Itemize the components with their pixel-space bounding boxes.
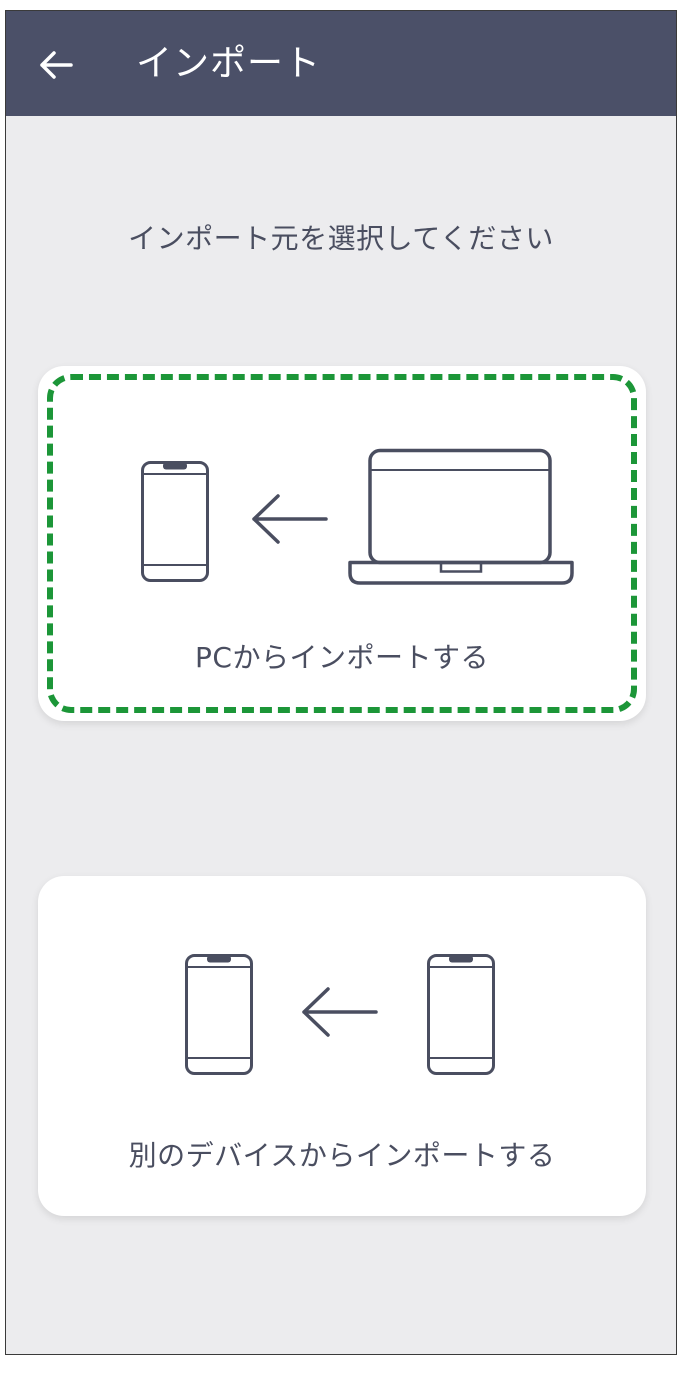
arrow-left-icon bbox=[302, 987, 378, 1037]
smartphone-icon bbox=[141, 461, 209, 582]
import-screen: インポート インポート元を選択してください PCからインポートする 別のデバイス… bbox=[5, 10, 677, 1355]
back-button[interactable] bbox=[28, 37, 84, 93]
smartphone-icon bbox=[185, 954, 253, 1075]
arrow-left-icon bbox=[40, 51, 73, 79]
smartphone-icon bbox=[427, 954, 495, 1075]
import-from-device-label: 別のデバイスからインポートする bbox=[128, 1139, 556, 1172]
laptop-icon bbox=[348, 448, 574, 585]
import-from-pc-button[interactable]: PCからインポートする bbox=[38, 366, 646, 721]
import-from-device-button[interactable]: 別のデバイスからインポートする bbox=[38, 876, 646, 1216]
import-from-pc-label: PCからインポートする bbox=[195, 641, 489, 674]
app-bar: インポート bbox=[6, 11, 676, 116]
page-title: インポート bbox=[136, 43, 322, 84]
arrow-left-icon bbox=[252, 494, 328, 544]
select-source-prompt: インポート元を選択してください bbox=[128, 222, 554, 255]
